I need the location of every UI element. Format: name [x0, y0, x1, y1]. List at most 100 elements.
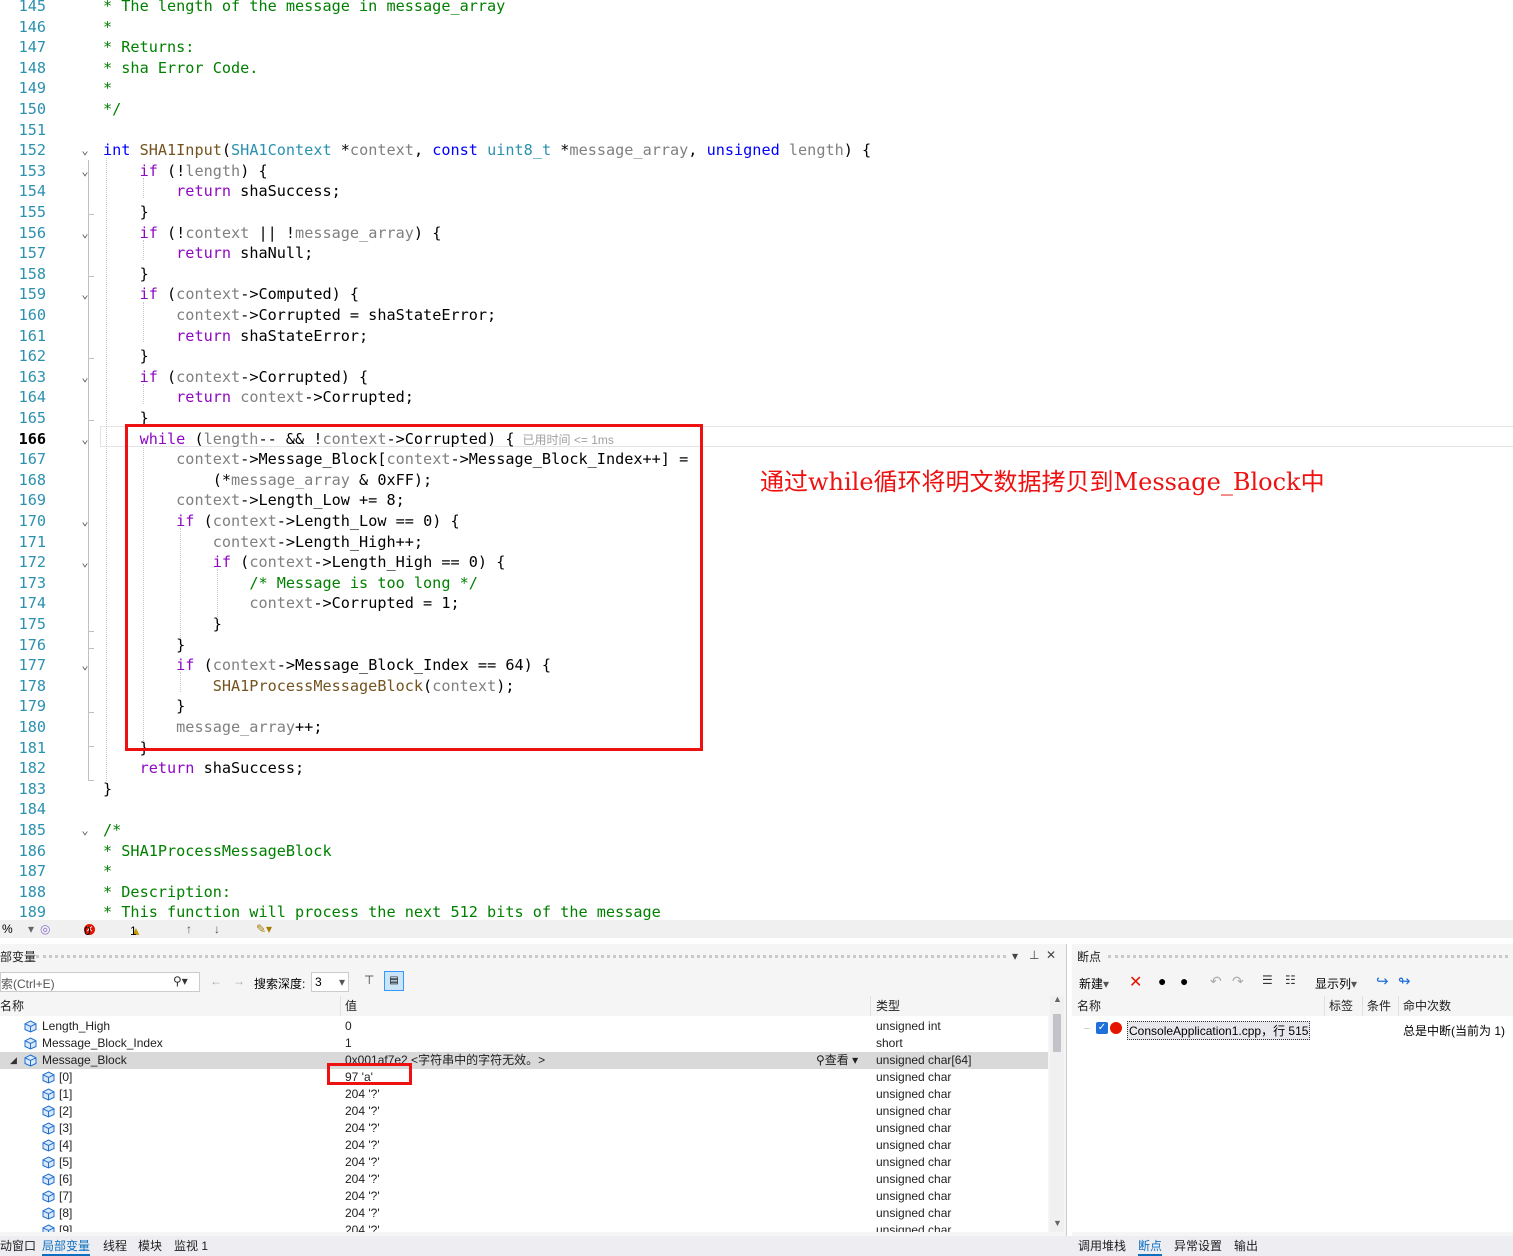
title-drag-handle[interactable]: [1108, 955, 1508, 962]
search-input[interactable]: 索(Ctrl+E) ⚲▾: [0, 972, 200, 992]
table-row[interactable]: [7] 204 '?' unsigned char: [0, 1188, 1048, 1205]
tab-modules[interactable]: 模块: [138, 1238, 162, 1254]
code-line[interactable]: 162 }: [0, 346, 1513, 367]
variable-value[interactable]: 204 '?': [345, 1137, 380, 1154]
variable-value[interactable]: 1: [345, 1035, 352, 1052]
expand-toggle-icon[interactable]: ◢: [10, 1052, 17, 1069]
code-line[interactable]: 151: [0, 120, 1513, 141]
tab-locals[interactable]: 局部变量: [42, 1238, 91, 1256]
table-row[interactable]: Message_Block_Index 1 short: [0, 1035, 1048, 1052]
new-breakpoint-button[interactable]: 新建▾: [1079, 975, 1109, 992]
import-icon[interactable]: ☰: [1262, 973, 1273, 987]
code-line[interactable]: 158 }: [0, 264, 1513, 285]
breakpoint-row[interactable]: ┈ ✓ ConsoleApplication1.cpp，行 515 总是中断(当…: [1072, 1021, 1513, 1040]
table-row[interactable]: [1] 204 '?' unsigned char: [0, 1086, 1048, 1103]
pin-icon[interactable]: ⊥: [1029, 948, 1039, 962]
export-icon[interactable]: ☷: [1285, 973, 1296, 987]
search-depth-select[interactable]: 3 ▾: [311, 972, 349, 992]
bp-name-column-header[interactable]: 名称: [1077, 996, 1101, 1016]
tab-call-stack[interactable]: 调用堆栈: [1078, 1238, 1126, 1254]
arrow-down-icon[interactable]: ↓: [214, 922, 220, 936]
name-column-header[interactable]: 名称: [0, 996, 24, 1016]
table-row[interactable]: [0] 97 'a' unsigned char: [0, 1069, 1048, 1086]
code-line[interactable]: 185 ⌄ /*: [0, 820, 1513, 841]
breakpoint-enabled-checkbox[interactable]: ✓: [1096, 1022, 1108, 1034]
go-to-source-icon[interactable]: ↪: [1376, 972, 1389, 990]
code-line[interactable]: 147 * Returns:: [0, 37, 1513, 58]
bp-condition-column-header[interactable]: 条件: [1367, 996, 1391, 1016]
table-row[interactable]: [3] 204 '?' unsigned char: [0, 1120, 1048, 1137]
column-divider[interactable]: [1398, 996, 1399, 1016]
table-row[interactable]: [4] 204 '?' unsigned char: [0, 1137, 1048, 1154]
variable-value[interactable]: 204 '?': [345, 1188, 380, 1205]
intellicode-icon[interactable]: ◎: [40, 922, 50, 936]
variable-value[interactable]: 204 '?': [345, 1154, 380, 1171]
tab-threads[interactable]: 线程: [103, 1238, 127, 1254]
panel-menu-icon[interactable]: ▾: [1012, 949, 1018, 963]
visualizer-button[interactable]: ⚲查看 ▾: [816, 1052, 858, 1069]
zoom-level[interactable]: %: [2, 922, 13, 936]
tab-breakpoints[interactable]: 断点: [1138, 1238, 1163, 1256]
code-line[interactable]: 184: [0, 799, 1513, 820]
table-row[interactable]: [2] 204 '?' unsigned char: [0, 1103, 1048, 1120]
variable-value[interactable]: 204 '?': [345, 1171, 380, 1188]
toggle-all-breakpoints-icon[interactable]: ●: [1180, 973, 1188, 989]
breakpoint-location[interactable]: ConsoleApplication1.cpp，行 515: [1127, 1021, 1311, 1040]
code-line[interactable]: 160 context->Corrupted = shaStateError;: [0, 305, 1513, 326]
undo-icon[interactable]: ↶: [1210, 973, 1222, 990]
type-column-header[interactable]: 类型: [876, 996, 900, 1016]
fold-chevron-icon[interactable]: ⌄: [78, 820, 92, 840]
variable-value[interactable]: 204 '?': [345, 1103, 380, 1120]
code-line[interactable]: 149 *: [0, 78, 1513, 99]
close-icon[interactable]: ✕: [1046, 948, 1056, 962]
redo-icon[interactable]: ↷: [1232, 973, 1244, 990]
code-line[interactable]: 183}: [0, 779, 1513, 800]
column-divider[interactable]: [1362, 996, 1363, 1016]
zoom-dropdown-icon[interactable]: ▾: [28, 922, 34, 936]
code-line[interactable]: 148 * sha Error Code.: [0, 58, 1513, 79]
code-line[interactable]: 182 return shaSuccess;: [0, 758, 1513, 779]
search-forward-icon[interactable]: →: [233, 974, 245, 988]
code-line[interactable]: 145 * The length of the message in messag…: [0, 0, 1513, 17]
pin-to-source-icon[interactable]: ⊤: [364, 973, 374, 987]
delete-icon[interactable]: ✕: [1129, 972, 1142, 992]
bp-tag-column-header[interactable]: 标签: [1329, 996, 1353, 1016]
code-line[interactable]: 157 return shaNull;: [0, 243, 1513, 264]
title-drag-handle[interactable]: [36, 955, 1006, 962]
code-line[interactable]: 164 return context->Corrupted;: [0, 387, 1513, 408]
tab-output[interactable]: 输出: [1234, 1238, 1258, 1254]
code-line[interactable]: 152 ⌄ int SHA1Input(SHA1Context *context, …: [0, 140, 1513, 161]
code-line[interactable]: 189 * This function will process the next…: [0, 902, 1513, 920]
code-line[interactable]: 146 *: [0, 17, 1513, 38]
variable-value[interactable]: 204 '?': [345, 1086, 380, 1103]
code-line[interactable]: 186 * SHA1ProcessMessageBlock: [0, 841, 1513, 862]
code-line[interactable]: 163 ⌄ if (context->Corrupted) {: [0, 367, 1513, 388]
cleanup-brush-icon[interactable]: ✎▾: [256, 922, 272, 936]
fold-chevron-icon[interactable]: ⌄: [78, 140, 92, 160]
table-row[interactable]: [8] 204 '?' unsigned char: [0, 1205, 1048, 1222]
code-line[interactable]: 155 }: [0, 202, 1513, 223]
code-line[interactable]: 159 ⌄ if (context->Computed) {: [0, 284, 1513, 305]
table-row[interactable]: [5] 204 '?' unsigned char: [0, 1154, 1048, 1171]
code-line[interactable]: 188 * Description:: [0, 882, 1513, 903]
scrollbar-thumb[interactable]: [1053, 1014, 1061, 1052]
bp-hitcount-column-header[interactable]: 命中次数: [1403, 996, 1451, 1016]
vertical-scrollbar[interactable]: ▲ ▼: [1050, 994, 1064, 1232]
hex-display-toggle-icon[interactable]: ▤: [384, 971, 404, 991]
variable-value[interactable]: 0: [345, 1018, 352, 1035]
arrow-up-icon[interactable]: ↑: [186, 922, 192, 936]
table-row[interactable]: ◢ Message_Block 0x001af7e2 <字符串中的字符无效。> ⚲查看…: [0, 1052, 1048, 1069]
variable-value[interactable]: 204 '?': [345, 1120, 380, 1137]
code-line[interactable]: 154 return shaSuccess;: [0, 181, 1513, 202]
tab-exception-settings[interactable]: 异常设置: [1174, 1238, 1222, 1254]
search-back-icon[interactable]: ←: [210, 974, 222, 988]
variable-value[interactable]: 204 '?': [345, 1222, 380, 1232]
scroll-down-icon[interactable]: ▼: [1053, 1218, 1062, 1228]
table-row[interactable]: Length_High 0 unsigned int: [0, 1018, 1048, 1035]
value-column-header[interactable]: 值: [345, 996, 357, 1016]
variable-value[interactable]: 204 '?': [345, 1205, 380, 1222]
code-line[interactable]: 187 *: [0, 861, 1513, 882]
go-to-disassembly-icon[interactable]: ↬: [1398, 972, 1411, 990]
columns-button[interactable]: 显示列▾: [1315, 975, 1357, 992]
code-line[interactable]: 150 */: [0, 99, 1513, 120]
